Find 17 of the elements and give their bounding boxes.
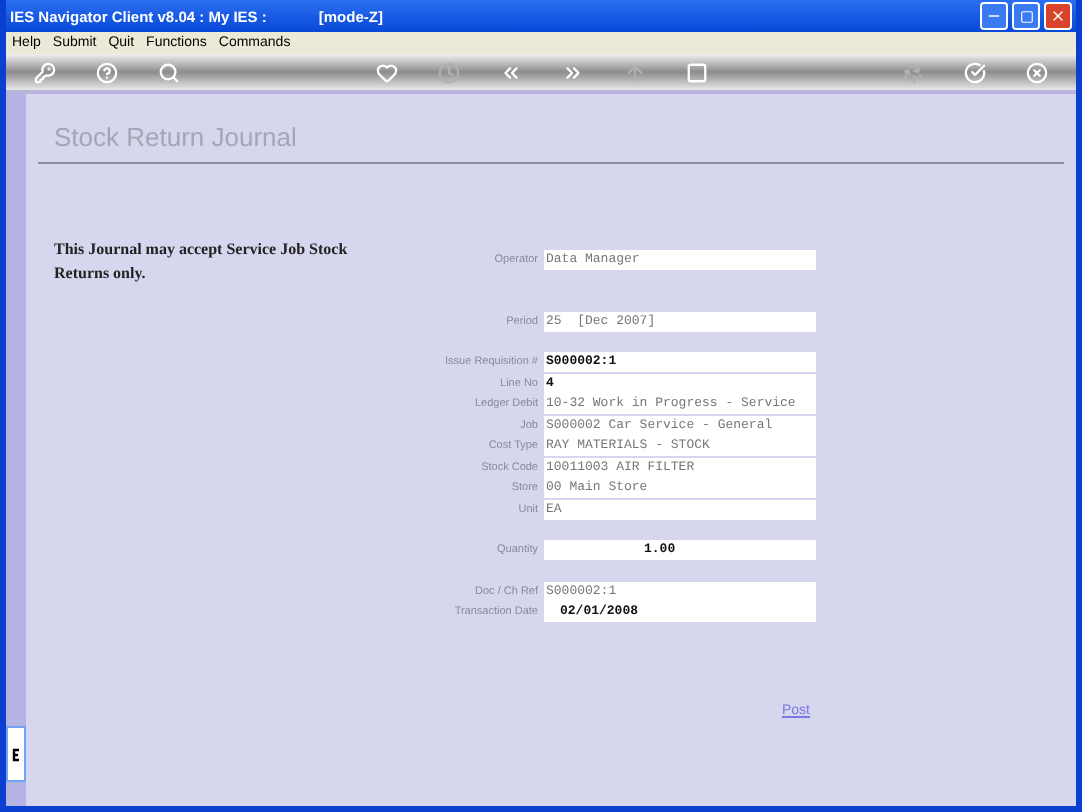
square-icon[interactable] <box>685 61 707 83</box>
side-tab-icon[interactable] <box>6 726 26 782</box>
minimize-button[interactable] <box>980 2 1008 30</box>
double-chevron-left-icon[interactable] <box>499 61 521 83</box>
close-icon <box>1050 8 1066 24</box>
maximize-button[interactable] <box>1012 2 1040 30</box>
note-text: This Journal may accept Service Job Stock Returns only. <box>54 238 350 286</box>
page-title: Stock Return Journal <box>54 122 299 156</box>
double-chevron-right-icon[interactable] <box>561 61 583 83</box>
help-icon[interactable] <box>96 61 118 83</box>
check-circle-icon[interactable] <box>964 61 986 83</box>
heart-icon[interactable] <box>375 61 397 83</box>
maximize-icon <box>1019 9 1033 23</box>
close-icon[interactable] <box>1026 61 1048 83</box>
search-icon[interactable] <box>158 61 180 83</box>
close-button[interactable] <box>1044 2 1072 30</box>
key-icon[interactable] <box>34 61 56 83</box>
